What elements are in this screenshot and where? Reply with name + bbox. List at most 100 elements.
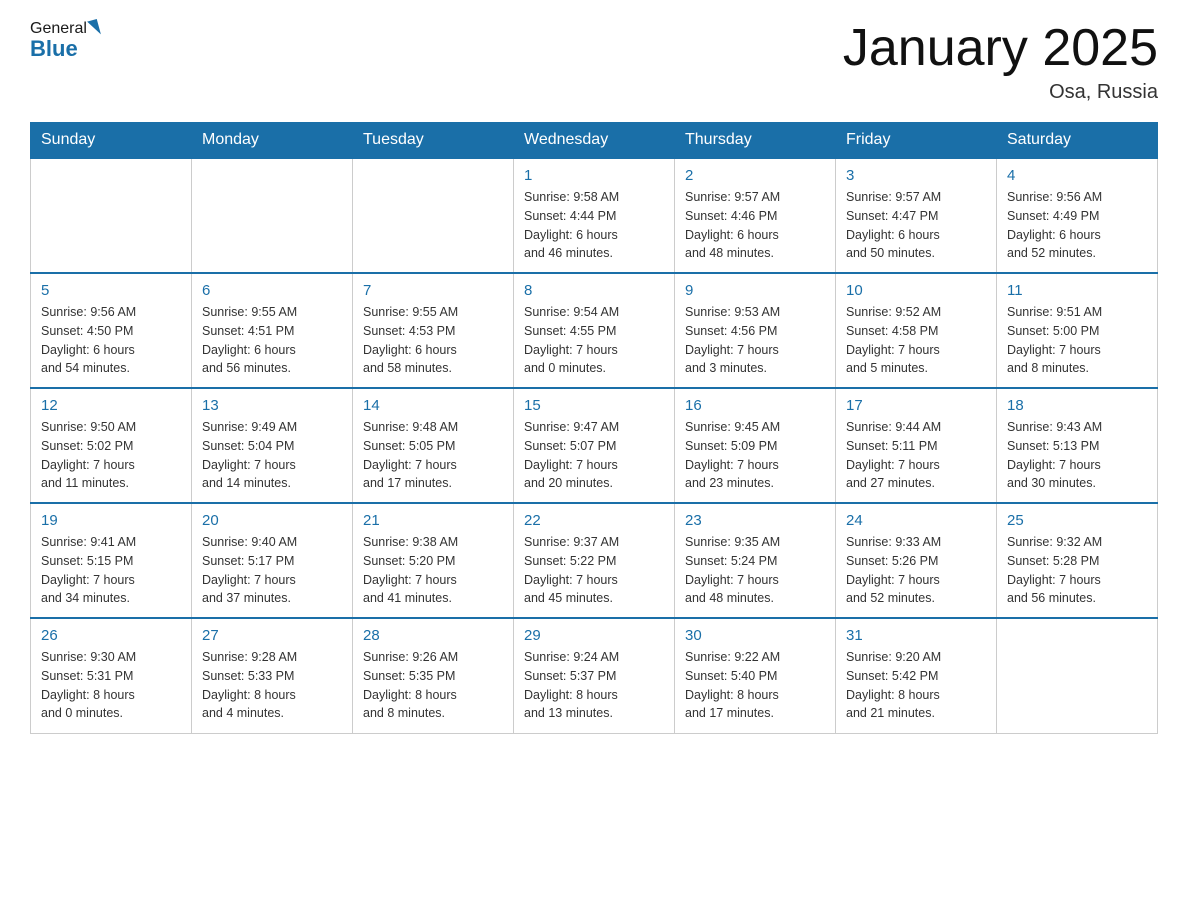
day-info-15: Sunrise: 9:47 AMSunset: 5:07 PMDaylight:… bbox=[524, 418, 664, 493]
day-info-27: Sunrise: 9:28 AMSunset: 5:33 PMDaylight:… bbox=[202, 648, 342, 723]
calendar-cell-w5-d2: 27 Sunrise: 9:28 AMSunset: 5:33 PMDayligh… bbox=[192, 618, 353, 733]
calendar-cell-w5-d4: 29Sunrise: 9:24 AMSunset: 5:37 PMDayligh… bbox=[514, 618, 675, 733]
day-number-17: 17 bbox=[846, 397, 986, 414]
week-row-4: 19 Sunrise: 9:41 AMSunset: 5:15 PMDayligh… bbox=[31, 503, 1158, 618]
calendar-cell-w5-d7 bbox=[997, 618, 1158, 733]
day-info-14: Sunrise: 9:48 AMSunset: 5:05 PMDaylight:… bbox=[363, 418, 503, 493]
calendar-cell-w4-d4: 22Sunrise: 9:37 AMSunset: 5:22 PMDayligh… bbox=[514, 503, 675, 618]
day-number-20: 20 bbox=[202, 512, 342, 529]
day-info-24: Sunrise: 9:33 AMSunset: 5:26 PMDaylight:… bbox=[846, 533, 986, 608]
day-number-30: 30 bbox=[685, 627, 825, 644]
calendar-cell-w5-d5: 30 Sunrise: 9:22 AMSunset: 5:40 PMDayligh… bbox=[675, 618, 836, 733]
calendar-cell-w1-d4: 1Sunrise: 9:58 AMSunset: 4:44 PMDaylight… bbox=[514, 158, 675, 273]
calendar-cell-w3-d1: 12 Sunrise: 9:50 AMSunset: 5:02 PMDayligh… bbox=[31, 388, 192, 503]
day-info-31: Sunrise: 9:20 AMSunset: 5:42 PMDaylight:… bbox=[846, 648, 986, 723]
calendar-cell-w2-d2: 6 Sunrise: 9:55 AMSunset: 4:51 PMDaylight… bbox=[192, 273, 353, 388]
header-sunday: Sunday bbox=[31, 123, 192, 159]
day-number-12: 12 bbox=[41, 397, 181, 414]
calendar-title: January 2025 bbox=[843, 20, 1158, 77]
day-info-11: Sunrise: 9:51 AMSunset: 5:00 PMDaylight:… bbox=[1007, 303, 1147, 378]
day-info-25: Sunrise: 9:32 AMSunset: 5:28 PMDaylight:… bbox=[1007, 533, 1147, 608]
calendar-cell-w3-d2: 13Sunrise: 9:49 AMSunset: 5:04 PMDayligh… bbox=[192, 388, 353, 503]
day-info-1: Sunrise: 9:58 AMSunset: 4:44 PMDaylight:… bbox=[524, 188, 664, 263]
calendar-cell-w3-d5: 16Sunrise: 9:45 AMSunset: 5:09 PMDayligh… bbox=[675, 388, 836, 503]
day-info-19: Sunrise: 9:41 AMSunset: 5:15 PMDaylight:… bbox=[41, 533, 181, 608]
day-number-27: 27 bbox=[202, 627, 342, 644]
week-row-2: 5 Sunrise: 9:56 AMSunset: 4:50 PMDaylight… bbox=[31, 273, 1158, 388]
day-info-18: Sunrise: 9:43 AMSunset: 5:13 PMDaylight:… bbox=[1007, 418, 1147, 493]
calendar-cell-w2-d6: 10Sunrise: 9:52 AMSunset: 4:58 PMDayligh… bbox=[836, 273, 997, 388]
calendar-cell-w1-d3 bbox=[353, 158, 514, 273]
day-info-4: Sunrise: 9:56 AMSunset: 4:49 PMDaylight:… bbox=[1007, 188, 1147, 263]
calendar-cell-w1-d2 bbox=[192, 158, 353, 273]
calendar-cell-w3-d7: 18 Sunrise: 9:43 AMSunset: 5:13 PMDayligh… bbox=[997, 388, 1158, 503]
day-number-15: 15 bbox=[524, 397, 664, 414]
calendar-cell-w2-d5: 9Sunrise: 9:53 AMSunset: 4:56 PMDaylight… bbox=[675, 273, 836, 388]
day-number-10: 10 bbox=[846, 282, 986, 299]
day-info-9: Sunrise: 9:53 AMSunset: 4:56 PMDaylight:… bbox=[685, 303, 825, 378]
logo-blue-text: Blue bbox=[30, 36, 78, 62]
header-wednesday: Wednesday bbox=[514, 123, 675, 159]
calendar-cell-w1-d1 bbox=[31, 158, 192, 273]
calendar-cell-w4-d7: 25 Sunrise: 9:32 AMSunset: 5:28 PMDayligh… bbox=[997, 503, 1158, 618]
calendar-cell-w3-d4: 15 Sunrise: 9:47 AMSunset: 5:07 PMDayligh… bbox=[514, 388, 675, 503]
calendar-cell-w2-d4: 8 Sunrise: 9:54 AMSunset: 4:55 PMDaylight… bbox=[514, 273, 675, 388]
day-info-21: Sunrise: 9:38 AMSunset: 5:20 PMDaylight:… bbox=[363, 533, 503, 608]
day-info-20: Sunrise: 9:40 AMSunset: 5:17 PMDaylight:… bbox=[202, 533, 342, 608]
calendar-cell-w4-d5: 23 Sunrise: 9:35 AMSunset: 5:24 PMDayligh… bbox=[675, 503, 836, 618]
calendar-cell-w4-d3: 21 Sunrise: 9:38 AMSunset: 5:20 PMDayligh… bbox=[353, 503, 514, 618]
day-info-7: Sunrise: 9:55 AMSunset: 4:53 PMDaylight:… bbox=[363, 303, 503, 378]
day-number-23: 23 bbox=[685, 512, 825, 529]
calendar-cell-w5-d1: 26 Sunrise: 9:30 AMSunset: 5:31 PMDayligh… bbox=[31, 618, 192, 733]
day-number-14: 14 bbox=[363, 397, 503, 414]
day-number-5: 5 bbox=[41, 282, 181, 299]
calendar-cell-w2-d7: 11 Sunrise: 9:51 AMSunset: 5:00 PMDayligh… bbox=[997, 273, 1158, 388]
day-number-26: 26 bbox=[41, 627, 181, 644]
week-row-3: 12 Sunrise: 9:50 AMSunset: 5:02 PMDayligh… bbox=[31, 388, 1158, 503]
day-info-26: Sunrise: 9:30 AMSunset: 5:31 PMDaylight:… bbox=[41, 648, 181, 723]
day-info-17: Sunrise: 9:44 AMSunset: 5:11 PMDaylight:… bbox=[846, 418, 986, 493]
calendar-cell-w3-d6: 17 Sunrise: 9:44 AMSunset: 5:11 PMDayligh… bbox=[836, 388, 997, 503]
calendar-cell-w5-d6: 31 Sunrise: 9:20 AMSunset: 5:42 PMDayligh… bbox=[836, 618, 997, 733]
header-thursday: Thursday bbox=[675, 123, 836, 159]
header-friday: Friday bbox=[836, 123, 997, 159]
calendar-cell-w2-d3: 7Sunrise: 9:55 AMSunset: 4:53 PMDaylight… bbox=[353, 273, 514, 388]
day-number-18: 18 bbox=[1007, 397, 1147, 414]
calendar-cell-w5-d3: 28 Sunrise: 9:26 AMSunset: 5:35 PMDayligh… bbox=[353, 618, 514, 733]
day-number-25: 25 bbox=[1007, 512, 1147, 529]
calendar-table: Sunday Monday Tuesday Wednesday Thursday… bbox=[30, 122, 1158, 734]
calendar-subtitle: Osa, Russia bbox=[843, 81, 1158, 104]
day-number-21: 21 bbox=[363, 512, 503, 529]
day-info-13: Sunrise: 9:49 AMSunset: 5:04 PMDaylight:… bbox=[202, 418, 342, 493]
day-info-6: Sunrise: 9:55 AMSunset: 4:51 PMDaylight:… bbox=[202, 303, 342, 378]
calendar-cell-w4-d6: 24Sunrise: 9:33 AMSunset: 5:26 PMDayligh… bbox=[836, 503, 997, 618]
calendar-cell-w1-d6: 3Sunrise: 9:57 AMSunset: 4:47 PMDaylight… bbox=[836, 158, 997, 273]
day-number-31: 31 bbox=[846, 627, 986, 644]
calendar-cell-w2-d1: 5 Sunrise: 9:56 AMSunset: 4:50 PMDaylight… bbox=[31, 273, 192, 388]
calendar-cell-w4-d1: 19 Sunrise: 9:41 AMSunset: 5:15 PMDayligh… bbox=[31, 503, 192, 618]
header-tuesday: Tuesday bbox=[353, 123, 514, 159]
day-info-8: Sunrise: 9:54 AMSunset: 4:55 PMDaylight:… bbox=[524, 303, 664, 378]
page-header: General Blue January 2025 Osa, Russia bbox=[30, 20, 1158, 104]
calendar-header-row: Sunday Monday Tuesday Wednesday Thursday… bbox=[31, 123, 1158, 159]
day-info-28: Sunrise: 9:26 AMSunset: 5:35 PMDaylight:… bbox=[363, 648, 503, 723]
day-info-5: Sunrise: 9:56 AMSunset: 4:50 PMDaylight:… bbox=[41, 303, 181, 378]
day-number-11: 11 bbox=[1007, 282, 1147, 299]
day-number-8: 8 bbox=[524, 282, 664, 299]
day-number-6: 6 bbox=[202, 282, 342, 299]
day-number-19: 19 bbox=[41, 512, 181, 529]
week-row-5: 26 Sunrise: 9:30 AMSunset: 5:31 PMDayligh… bbox=[31, 618, 1158, 733]
calendar-cell-w4-d2: 20 Sunrise: 9:40 AMSunset: 5:17 PMDayligh… bbox=[192, 503, 353, 618]
day-info-23: Sunrise: 9:35 AMSunset: 5:24 PMDaylight:… bbox=[685, 533, 825, 608]
day-info-12: Sunrise: 9:50 AMSunset: 5:02 PMDaylight:… bbox=[41, 418, 181, 493]
week-row-1: 1Sunrise: 9:58 AMSunset: 4:44 PMDaylight… bbox=[31, 158, 1158, 273]
day-number-28: 28 bbox=[363, 627, 503, 644]
day-info-16: Sunrise: 9:45 AMSunset: 5:09 PMDaylight:… bbox=[685, 418, 825, 493]
day-number-4: 4 bbox=[1007, 167, 1147, 184]
logo-triangle-icon bbox=[87, 19, 101, 37]
day-number-22: 22 bbox=[524, 512, 664, 529]
day-number-2: 2 bbox=[685, 167, 825, 184]
day-info-30: Sunrise: 9:22 AMSunset: 5:40 PMDaylight:… bbox=[685, 648, 825, 723]
day-number-29: 29 bbox=[524, 627, 664, 644]
day-number-3: 3 bbox=[846, 167, 986, 184]
